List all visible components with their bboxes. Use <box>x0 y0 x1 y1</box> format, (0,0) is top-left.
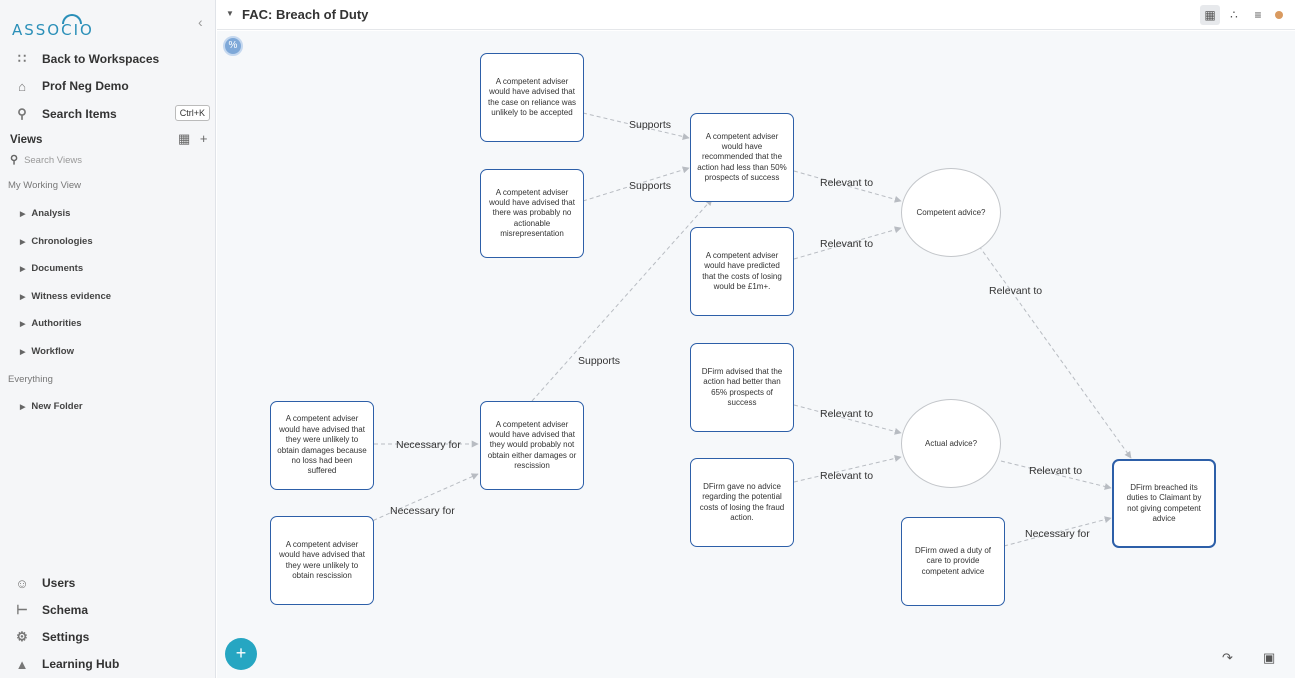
views-search-placeholder: Search Views <box>24 155 82 166</box>
folder-label: Chronologies <box>31 236 93 247</box>
back-to-workspaces-button[interactable]: ∷ Back to Workspaces <box>0 46 216 72</box>
folder-chronologies[interactable]: ▶ Chronologies <box>20 236 93 247</box>
graduation-cap-icon: ▲ <box>15 656 29 672</box>
edge-label-necessary-2: Necessary for <box>396 439 461 451</box>
nav-learning-hub-label: Learning Hub <box>42 657 120 671</box>
node-dfirm-no-costs-advice[interactable]: DFirm gave no advice regarding the poten… <box>690 458 794 547</box>
edge-e1-n11 <box>978 245 1132 459</box>
everything-link[interactable]: Everything <box>8 374 53 385</box>
nav-schema[interactable]: ⊢ Schema <box>0 597 216 623</box>
folder-analysis[interactable]: ▶ Analysis <box>20 208 70 219</box>
caret-right-icon: ▶ <box>20 321 26 328</box>
edge-label-supports-2: Supports <box>629 180 672 192</box>
nav-users[interactable]: ☺ Users <box>0 570 216 596</box>
folder-label: New Folder <box>31 401 83 412</box>
nav-settings[interactable]: ⚙ Settings <box>0 624 216 650</box>
node-prospects-less-50[interactable]: A competent adviser would have recommend… <box>690 113 794 202</box>
issue-actual-advice[interactable]: Actual advice? <box>901 399 1001 488</box>
node-duty-of-care[interactable]: DFirm owed a duty of care to provide com… <box>901 517 1005 606</box>
grid-icon: ∷ <box>17 51 27 66</box>
search-shortcut-badge: Ctrl+K <box>174 105 210 121</box>
redo-icon[interactable]: ↷ <box>1222 650 1233 666</box>
folder-witness-evidence[interactable]: ▶ Witness evidence <box>20 291 111 302</box>
edge-label-relevant-3: Relevant to <box>989 285 1043 297</box>
edge-label-relevant-5: Relevant to <box>820 470 874 482</box>
users-icon: ☺ <box>15 575 29 591</box>
folder-authorities[interactable]: ▶ Authorities <box>20 318 82 329</box>
gear-icon: ⚙ <box>16 629 28 644</box>
new-folder-icon[interactable]: ▦ <box>178 131 190 146</box>
home-icon: ⌂ <box>18 78 26 94</box>
percent-icon[interactable]: % <box>223 36 243 56</box>
associo-logo[interactable]: ASSOCIO <box>12 10 132 39</box>
folder-label: Analysis <box>31 208 71 219</box>
edge-label-relevant-1: Relevant to <box>820 177 874 189</box>
node-no-rescission[interactable]: A competent adviser would have advised t… <box>270 516 374 605</box>
edge-label-necessary-3: Necessary for <box>390 505 455 517</box>
nav-users-label: Users <box>42 576 76 590</box>
caret-right-icon: ▶ <box>20 211 26 218</box>
views-search-input[interactable]: ⚲ Search Views <box>10 153 82 166</box>
folder-label: Workflow <box>31 346 74 357</box>
search-items-button[interactable]: ⚲ Search Items Ctrl+K <box>0 101 216 127</box>
view-title[interactable]: FAC: Breach of Duty <box>242 7 368 22</box>
image-export-icon[interactable]: ▣ <box>1263 650 1275 666</box>
edge-label-relevant-2: Relevant to <box>820 238 874 250</box>
folder-label: Documents <box>31 263 84 274</box>
edge-label-relevant-4: Relevant to <box>820 408 874 420</box>
schema-icon: ⊢ <box>16 602 28 617</box>
graph-view-icon[interactable]: ∴ <box>1224 5 1244 25</box>
graph-canvas[interactable]: % Supports Supports Supports Relevant to… <box>217 31 1295 678</box>
node-dfirm-65[interactable]: DFirm advised that the action had better… <box>690 343 794 432</box>
search-icon: ⚲ <box>10 154 19 166</box>
edge-label-necessary-1: Necessary for <box>1025 528 1090 540</box>
table-view-icon[interactable]: ▦ <box>1200 5 1220 25</box>
edge-label-supports-3: Supports <box>578 355 621 367</box>
workspace-label: Prof Neg Demo <box>42 79 129 93</box>
caret-right-icon: ▶ <box>20 239 26 246</box>
sidebar: ASSOCIO ‹ ∷ Back to Workspaces ⌂ Prof Ne… <box>0 0 216 678</box>
node-costs-1m[interactable]: A competent adviser would have predicted… <box>690 227 794 316</box>
edge-label-supports-1: Supports <box>629 119 672 131</box>
folder-documents[interactable]: ▶ Documents <box>20 263 83 274</box>
views-heading: Views <box>10 134 43 146</box>
nav-learning-hub[interactable]: ▲ Learning Hub <box>0 651 216 677</box>
node-misrepresentation[interactable]: A competent adviser would have advised t… <box>480 169 584 258</box>
folder-workflow[interactable]: ▶ Workflow <box>20 346 74 357</box>
top-bar: ▼ FAC: Breach of Duty ▦ ∴ ≡ <box>217 0 1295 30</box>
node-no-loss-damages[interactable]: A competent adviser would have advised t… <box>270 401 374 490</box>
nav-schema-label: Schema <box>42 603 89 617</box>
list-panel-icon[interactable]: ≡ <box>1248 5 1268 25</box>
issue-competent-advice[interactable]: Competent advice? <box>901 168 1001 257</box>
folder-label: Authorities <box>31 318 82 329</box>
search-icon: ⚲ <box>17 106 27 121</box>
add-view-icon[interactable]: + <box>200 131 208 146</box>
logo-text: ASSOCIO <box>12 21 94 39</box>
folder-new-folder[interactable]: ▶ New Folder <box>20 401 83 412</box>
add-item-button[interactable]: + <box>225 638 257 670</box>
my-working-view-link[interactable]: My Working View <box>8 180 81 191</box>
caret-down-icon[interactable]: ▼ <box>226 9 234 18</box>
search-items-label: Search Items <box>42 107 117 121</box>
node-no-damages-or-rescission[interactable]: A competent adviser would have advised t… <box>480 401 584 490</box>
caret-right-icon: ▶ <box>20 266 26 273</box>
caret-right-icon: ▶ <box>20 349 26 356</box>
edge-label-relevant-6: Relevant to <box>1029 465 1083 477</box>
workspace-home-button[interactable]: ⌂ Prof Neg Demo <box>0 73 216 99</box>
nav-settings-label: Settings <box>42 630 90 644</box>
caret-right-icon: ▶ <box>20 404 26 411</box>
node-breach-of-duty[interactable]: DFirm breached its duties to Claimant by… <box>1112 459 1216 548</box>
node-reliance[interactable]: A competent adviser would have advised t… <box>480 53 584 142</box>
status-dot <box>1275 11 1283 19</box>
back-to-workspaces-label: Back to Workspaces <box>42 52 160 66</box>
chevron-left-icon[interactable]: ‹ <box>198 14 203 30</box>
folder-label: Witness evidence <box>31 291 112 302</box>
caret-right-icon: ▶ <box>20 294 26 301</box>
views-actions: ▦ + <box>178 131 208 147</box>
